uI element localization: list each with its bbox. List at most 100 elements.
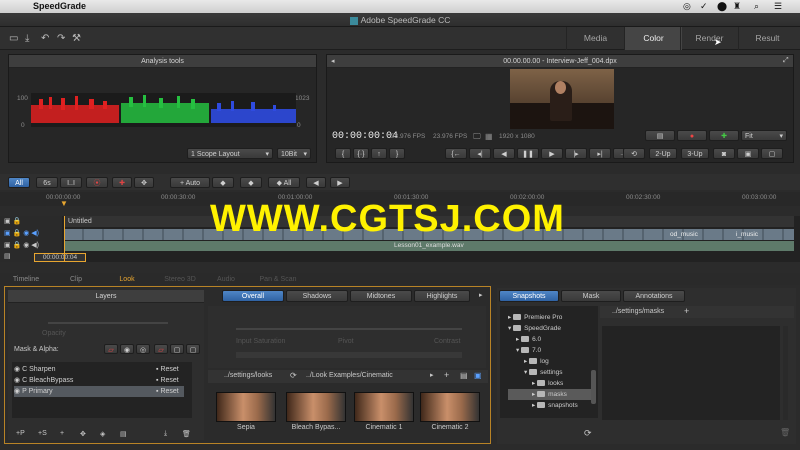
trash-icon[interactable]: 🗑 (182, 430, 191, 438)
clear-mark-button[interactable]: ↑ (371, 148, 387, 159)
layer-reset[interactable]: ▪ Reset (156, 364, 179, 375)
goto-in-button[interactable]: {·} (353, 148, 369, 159)
tab-result[interactable]: Result (738, 27, 796, 50)
monitor-icon[interactable]: 🖵 (473, 132, 481, 142)
prev-frame-button[interactable]: ◂| (469, 148, 491, 159)
split-view-button[interactable]: ▤ (645, 130, 675, 141)
tree-item[interactable]: ▸ Premiere Pro (508, 312, 596, 323)
tab-stereo3d[interactable]: Stereo 3D (158, 274, 202, 285)
trash-icon[interactable]: 🗑 (780, 428, 790, 437)
tab-highlights[interactable]: Highlights (414, 290, 470, 302)
eye-icon[interactable]: ◉ (14, 377, 20, 384)
filter-6s-button[interactable]: 6s (36, 177, 58, 188)
add-keyframe-button[interactable]: ◆ (212, 177, 234, 188)
tonal-slider[interactable] (236, 328, 462, 330)
tree-item[interactable]: ▾ 7.0 (508, 345, 596, 356)
eye-icon[interactable]: ◉ (14, 388, 20, 395)
mark-in-button[interactable]: { (335, 148, 351, 159)
compare-button[interactable]: ▣ (737, 148, 759, 159)
tree-item-selected[interactable]: ▸ masks (508, 389, 596, 400)
loop-button[interactable]: ⟲ (623, 148, 645, 159)
refresh-icon[interactable]: ⟳ (290, 371, 297, 380)
grid-view-icon[interactable]: ▣ (474, 371, 482, 380)
tree-item[interactable]: ▾ settings (508, 367, 596, 378)
tree-item[interactable]: ▸ 6.0 (508, 334, 596, 345)
tab-clip[interactable]: Clip (56, 274, 96, 285)
user-icon[interactable]: ♜ (733, 1, 741, 12)
mask-outside-icon[interactable]: ◎ (136, 344, 150, 354)
open-folder-icon[interactable]: ▭ (9, 33, 18, 44)
move-icon[interactable]: ✥ (80, 430, 86, 438)
check-icon[interactable]: ✓ (700, 1, 708, 12)
add-mask-icon[interactable]: + (684, 306, 689, 316)
look-thumb-cinematic2[interactable] (420, 392, 480, 422)
alpha-outside-icon[interactable]: ▢ (186, 344, 200, 354)
color-wheel-button[interactable]: ● (677, 130, 707, 141)
next-clip-button[interactable]: ▸| (589, 148, 611, 159)
tree-scrollbar[interactable] (591, 370, 596, 404)
save-icon[interactable]: ⤓ (25, 33, 29, 44)
masks-path[interactable]: ../settings/masks (612, 308, 664, 315)
expand-icon[interactable]: ⤢ (783, 57, 789, 65)
lock-icon[interactable]: ▣ 🔒 (4, 217, 21, 225)
fit-select[interactable]: Fit ▾ (741, 130, 787, 141)
track-menu-icon[interactable]: ▤ (4, 252, 11, 260)
tab-timeline[interactable]: Timeline (6, 274, 46, 285)
scope-layout-select[interactable]: 1 Scope Layout ▾ (187, 148, 273, 159)
refresh-icon[interactable]: ⟳ (584, 428, 592, 439)
next-frame-button[interactable]: |▸ (565, 148, 587, 159)
eye-icon[interactable]: ◉ (14, 366, 20, 373)
collapse-left-icon[interactable]: ◂ (331, 57, 335, 65)
playhead-icon[interactable]: ▼ (60, 199, 68, 208)
snapshot-camera-button[interactable]: ◙ (713, 148, 735, 159)
tab-snapshots[interactable]: Snapshots (499, 290, 559, 302)
layer-reset[interactable]: ▪ Reset (156, 386, 179, 397)
auto-button[interactable]: + Auto (170, 177, 210, 188)
layer-row-selected[interactable]: ◉ P Primary ▪ Reset (14, 386, 184, 397)
fit-timeline-icon[interactable]: ✥ (134, 177, 154, 188)
all-keyframes-button[interactable]: ◆ All (268, 177, 300, 188)
tab-color[interactable]: Color (624, 27, 682, 50)
creative-cloud-icon[interactable]: ◎ (683, 1, 691, 12)
import-icon[interactable]: ⤓ (164, 430, 167, 438)
mask-off-icon[interactable]: ▱ (104, 344, 118, 354)
rgb-icon[interactable]: ⦿ (86, 177, 108, 188)
tree-item[interactable]: ▸ looks (508, 378, 596, 389)
audio-icon[interactable]: ▣ 🔒 ◉ ◀) (4, 241, 39, 249)
opacity-slider[interactable] (48, 322, 168, 324)
redo-icon[interactable]: ↷ (57, 33, 65, 44)
next-arrow-icon[interactable]: ▸ (430, 371, 434, 379)
bitdepth-select[interactable]: 10Bit ▾ (277, 148, 311, 159)
layer-reset[interactable]: ▪ Reset (156, 375, 179, 386)
add-primary-button[interactable]: +P (16, 430, 25, 437)
layer-row[interactable]: ◉ C BleachBypass ▪ Reset (14, 375, 184, 386)
filter-all-button[interactable]: All (8, 177, 30, 188)
tab-annotations[interactable]: Annotations (623, 290, 685, 302)
tree-item[interactable]: ▸ snapshots (508, 400, 596, 411)
mask-scrollbar[interactable] (783, 326, 788, 420)
alpha-inside-icon[interactable]: ▢ (170, 344, 184, 354)
prev-keyframe-button[interactable]: ◀ (306, 177, 326, 188)
tab-mask[interactable]: Mask (561, 290, 621, 302)
stack-icon[interactable]: ▤ (120, 430, 127, 438)
look-thumb-cinematic1[interactable] (354, 392, 414, 422)
filter-range-button[interactable]: I..I (60, 177, 82, 188)
layers-icon[interactable]: ◈ (100, 430, 105, 438)
add-look-icon[interactable]: + (444, 370, 449, 380)
look-thumb-bleach[interactable] (286, 392, 346, 422)
looks-path[interactable]: ../settings/looks (224, 372, 272, 379)
list-icon[interactable]: ☰ (774, 1, 782, 12)
app-menu[interactable]: SpeedGrade (33, 0, 86, 13)
add-layer-button[interactable]: + (60, 430, 64, 437)
bag-icon[interactable]: ⬤ (717, 1, 727, 12)
tab-pan-scan[interactable]: Pan & Scan (250, 274, 306, 285)
play-reverse-button[interactable]: ◀ (493, 148, 515, 159)
audio-track[interactable]: Lesson01_example.wav (64, 241, 794, 251)
goto-start-button[interactable]: {← (445, 148, 467, 159)
add-secondary-button[interactable]: +S (38, 430, 47, 437)
tonal-slider-2[interactable] (236, 352, 462, 358)
vectorscope-button[interactable]: ✚ (709, 130, 739, 141)
next-keyframe-button[interactable]: ▶ (330, 177, 350, 188)
pause-button[interactable]: ❚❚ (517, 148, 539, 159)
alpha-off-icon[interactable]: ▱ (154, 344, 168, 354)
